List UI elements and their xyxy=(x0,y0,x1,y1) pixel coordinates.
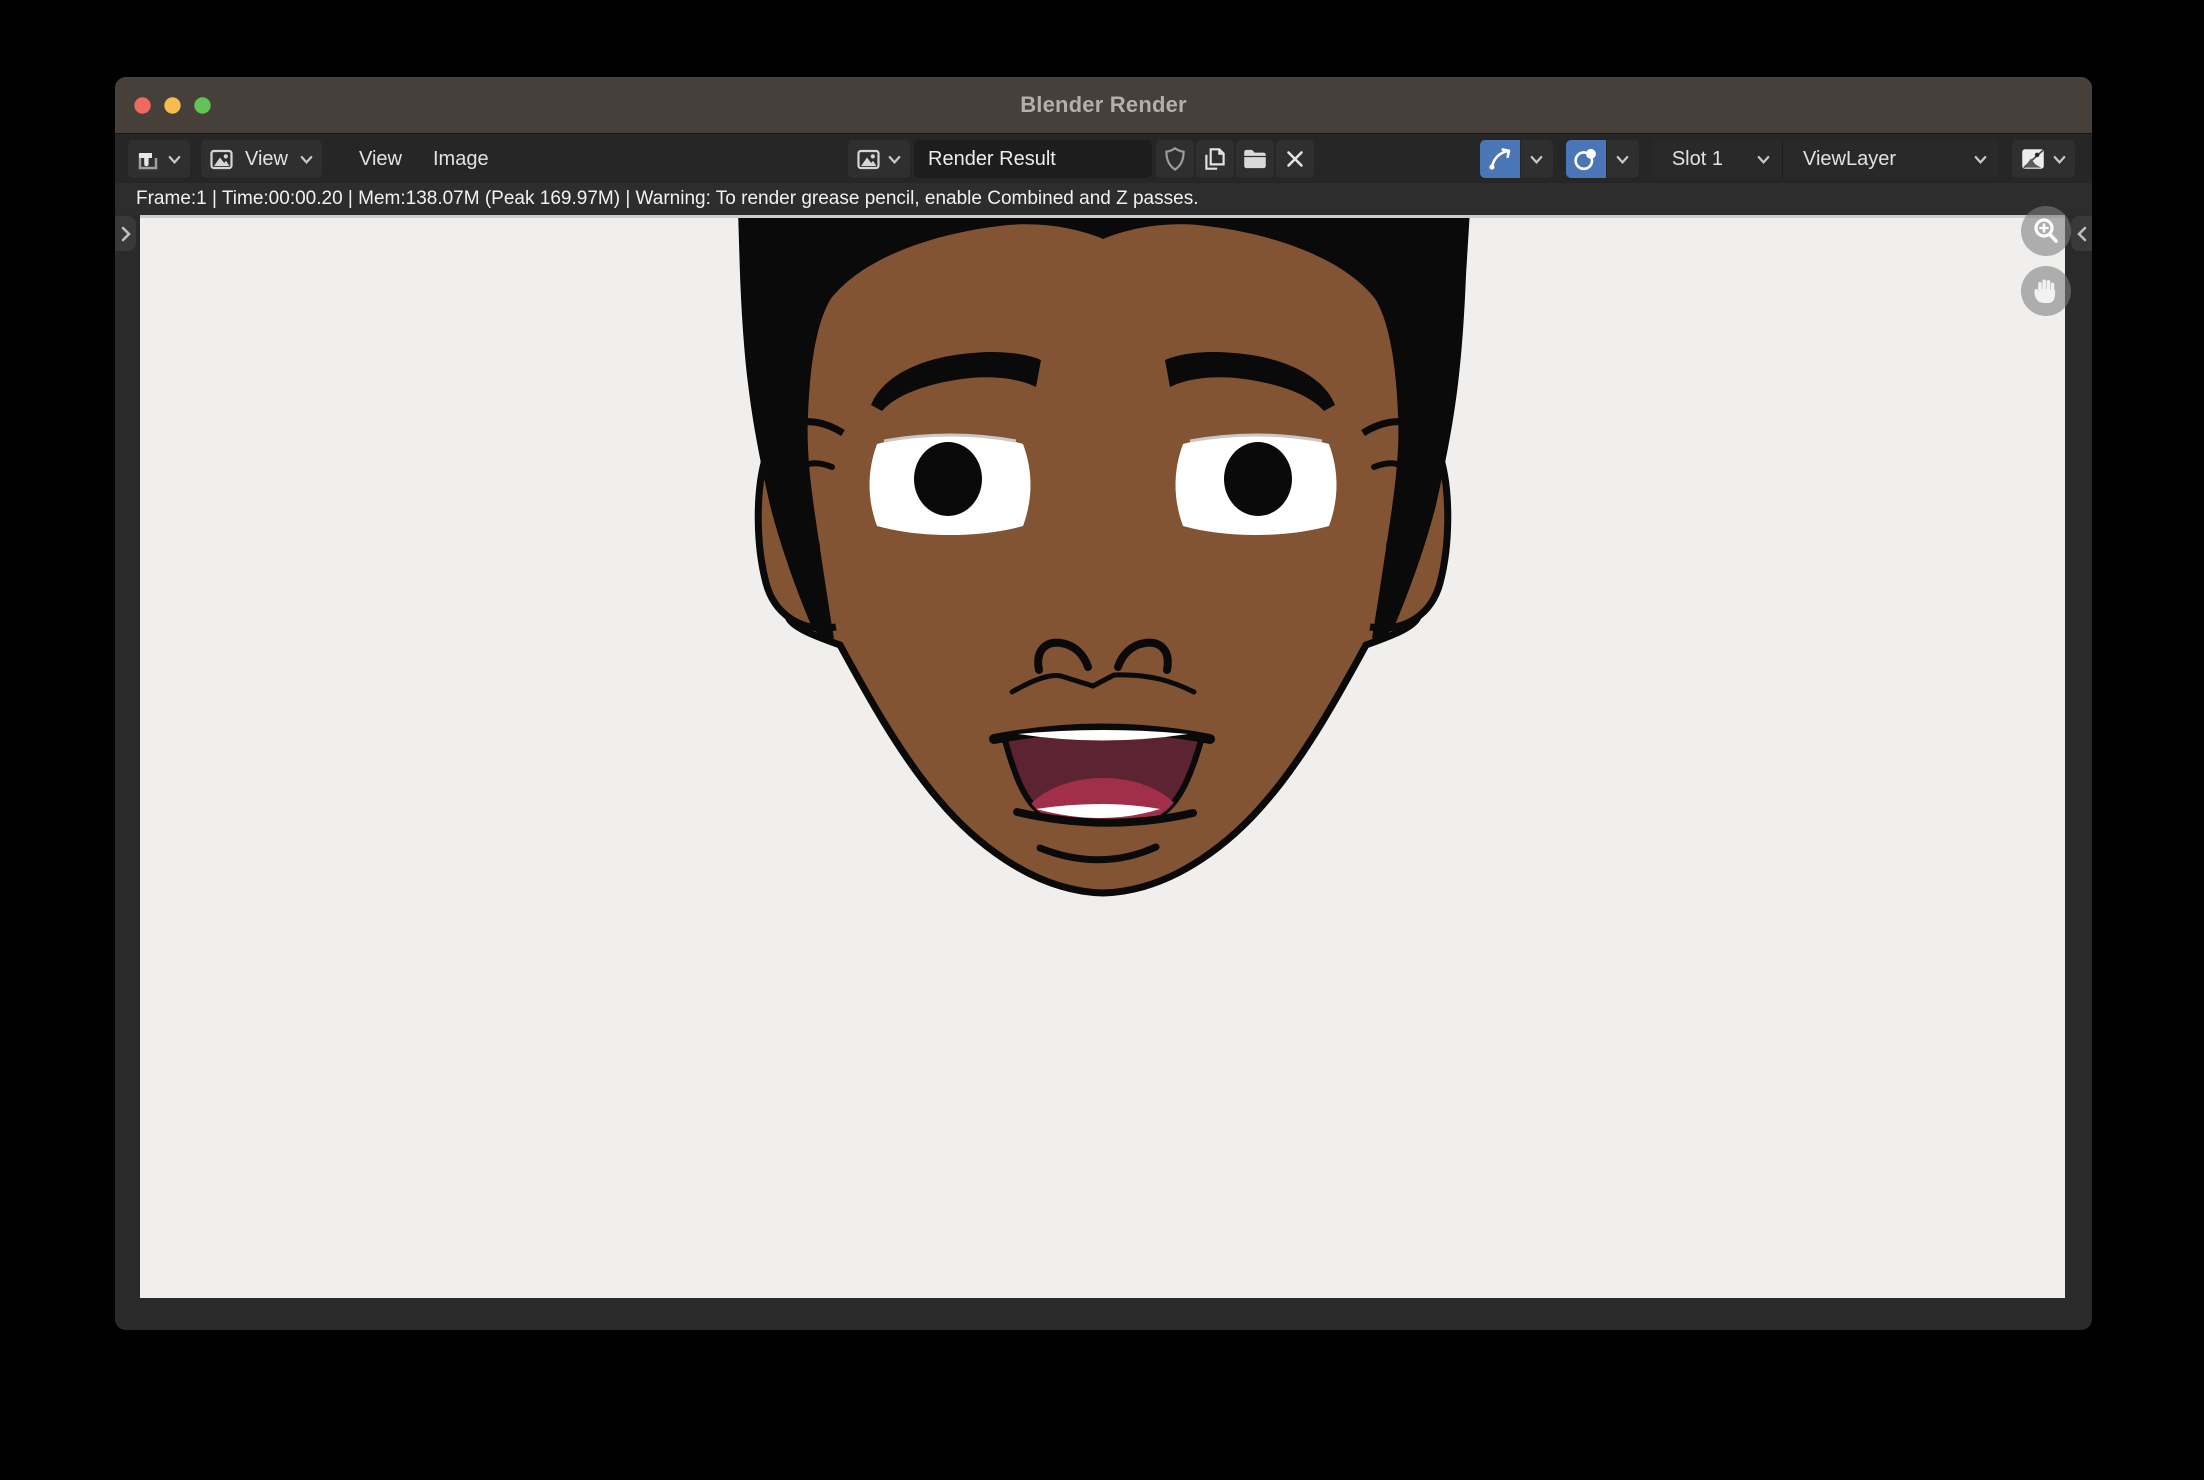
close-button[interactable] xyxy=(134,97,151,114)
duplicate-icon xyxy=(1201,145,1229,173)
expand-toolbar-tab[interactable] xyxy=(115,216,136,251)
image-editor-viewport xyxy=(115,215,2092,1330)
zoom-button[interactable] xyxy=(194,97,211,114)
header-toolbar: View View Image Render Result xyxy=(115,133,2092,183)
chevron-down-icon xyxy=(886,151,903,168)
render-statusbar: Frame:1 | Time:00:00.20 | Mem:138.07M (P… xyxy=(115,183,2092,215)
unlink-image-button[interactable] xyxy=(1276,140,1314,178)
shield-icon xyxy=(1161,145,1189,173)
viewport-pan-button[interactable] xyxy=(2021,266,2071,316)
overlays-toggle-group xyxy=(1566,140,1639,178)
chevron-down-icon xyxy=(1972,151,1989,168)
chevron-down-icon xyxy=(2051,151,2068,168)
viewport-zoom-button[interactable] xyxy=(2021,206,2071,256)
left-pupil xyxy=(914,442,982,516)
traffic-lights xyxy=(134,77,211,133)
image-icon xyxy=(208,146,235,173)
x-icon xyxy=(1282,146,1308,172)
chevron-down-icon xyxy=(1755,151,1772,168)
right-eye xyxy=(1176,435,1337,535)
menu-image[interactable]: Image xyxy=(423,148,499,171)
magnifier-plus-icon xyxy=(2030,215,2062,247)
editor-type-dropdown[interactable] xyxy=(128,140,190,178)
gizmos-toggle-group xyxy=(1480,140,1553,178)
chevron-right-icon xyxy=(119,225,133,243)
overlays-icon xyxy=(1572,145,1600,173)
render-status-text: Frame:1 | Time:00:00.20 | Mem:138.07M (P… xyxy=(136,188,1198,210)
open-image-button[interactable] xyxy=(1236,140,1274,178)
folder-icon xyxy=(1241,145,1269,173)
view-layer-value: ViewLayer xyxy=(1797,148,1902,171)
overlays-dropdown[interactable] xyxy=(1607,140,1639,178)
chevron-down-icon xyxy=(166,151,183,168)
left-eye xyxy=(870,435,1031,535)
window-title: Blender Render xyxy=(1020,92,1187,118)
gizmos-dropdown[interactable] xyxy=(1521,140,1553,178)
display-mode-label: View xyxy=(239,148,294,171)
hand-icon xyxy=(2030,275,2062,307)
titlebar: Blender Render xyxy=(115,77,2092,133)
chevron-left-icon xyxy=(2075,225,2089,243)
slot-value: Slot 1 xyxy=(1666,148,1729,171)
display-mode-dropdown[interactable]: View xyxy=(201,140,322,178)
image-rgb-icon xyxy=(2019,145,2047,173)
image-editor-icon xyxy=(135,146,162,173)
fake-user-button[interactable] xyxy=(1156,140,1194,178)
expand-sidebar-tab[interactable] xyxy=(2071,216,2092,251)
right-pupil xyxy=(1224,442,1292,516)
new-image-button[interactable] xyxy=(1196,140,1234,178)
chevron-down-icon xyxy=(298,151,315,168)
gizmos-toggle[interactable] xyxy=(1480,140,1520,178)
display-channels-dropdown[interactable] xyxy=(2012,140,2075,178)
blender-window: Blender Render View xyxy=(115,77,2092,1330)
chevron-down-icon xyxy=(1614,151,1631,168)
menu-view[interactable]: View xyxy=(349,148,412,171)
overlays-toggle[interactable] xyxy=(1566,140,1606,178)
browse-image-dropdown[interactable] xyxy=(848,140,910,178)
slot-layer-group: Slot 1 ViewLayer xyxy=(1652,140,1999,178)
slot-select[interactable]: Slot 1 xyxy=(1652,140,1782,178)
image-icon xyxy=(855,146,882,173)
render-result-canvas[interactable] xyxy=(140,215,2065,1298)
rendered-face-image xyxy=(140,215,2065,1298)
chevron-down-icon xyxy=(1528,151,1545,168)
view-layer-select[interactable]: ViewLayer xyxy=(1782,140,1999,178)
image-name-field[interactable]: Render Result xyxy=(914,140,1152,178)
minimize-button[interactable] xyxy=(164,97,181,114)
gizmo-arrow-icon xyxy=(1486,145,1514,173)
